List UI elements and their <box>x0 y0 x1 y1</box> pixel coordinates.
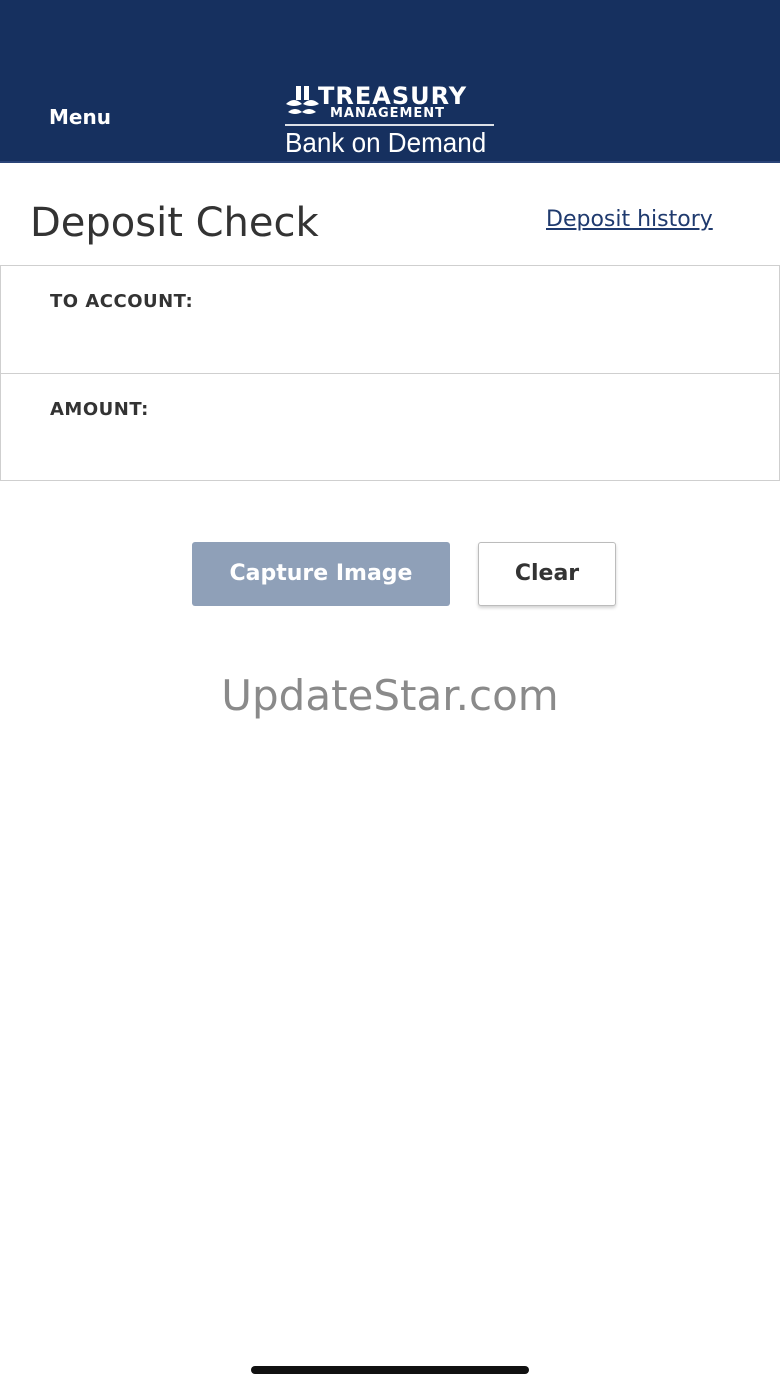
watermark-text: UpdateStar.com <box>221 671 559 720</box>
app-header: Menu TREASURY MANAGEMENT Bank on Demand <box>0 0 780 163</box>
amount-label: AMOUNT: <box>50 399 149 420</box>
deposit-form: TO ACCOUNT: AMOUNT: <box>0 265 780 481</box>
clear-button[interactable]: Clear <box>478 542 616 606</box>
home-indicator[interactable] <box>251 1366 529 1374</box>
to-account-label: TO ACCOUNT: <box>50 291 194 312</box>
capture-image-button[interactable]: Capture Image <box>192 542 450 606</box>
menu-button[interactable]: Menu <box>49 104 111 130</box>
deposit-history-link[interactable]: Deposit history <box>546 205 713 235</box>
logo-divider <box>285 124 494 126</box>
to-account-field[interactable]: TO ACCOUNT: <box>1 266 779 374</box>
bank-logo: TREASURY MANAGEMENT Bank on Demand <box>282 82 498 160</box>
amount-field[interactable]: AMOUNT: <box>1 374 779 481</box>
logo-subtitle: MANAGEMENT <box>330 106 446 121</box>
logo-tagline: Bank on Demand <box>285 127 487 158</box>
page-title: Deposit Check <box>30 200 319 246</box>
